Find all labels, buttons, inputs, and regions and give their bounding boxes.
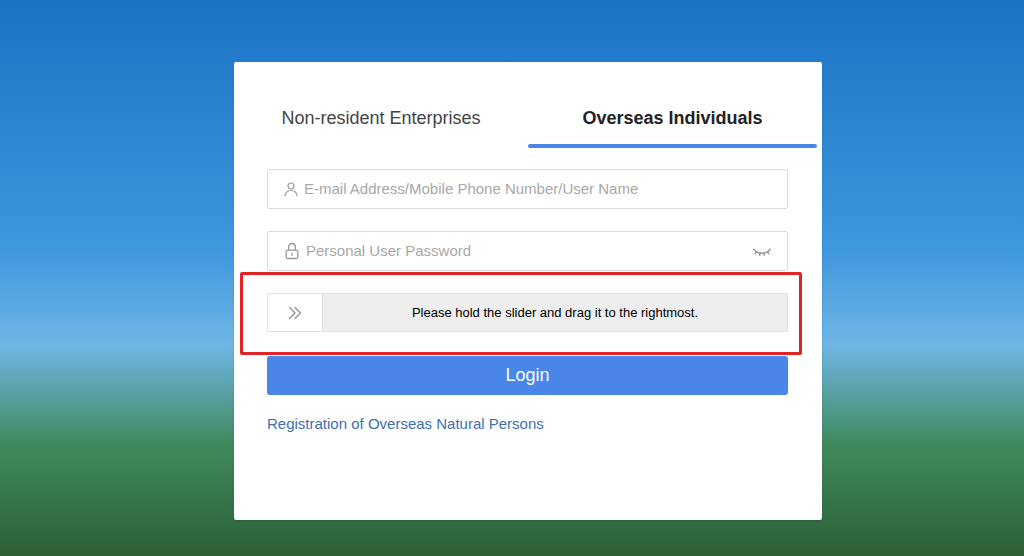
input-field[interactable]	[267, 169, 788, 209]
login-card: Non-resident Enterprises Overseas Individ…	[234, 62, 822, 520]
slider-hint: Please hold the slider and drag it to th…	[323, 294, 787, 331]
slider-track[interactable]: Please hold the slider and drag it to th…	[267, 293, 788, 332]
user-icon	[282, 180, 300, 198]
text-input[interactable]	[304, 178, 773, 201]
input-field[interactable]	[267, 231, 788, 271]
highlight-box	[240, 272, 802, 355]
slider-handle[interactable]	[268, 294, 323, 331]
text-input[interactable]	[306, 240, 747, 263]
background-photo: Non-resident Enterprises Overseas Individ…	[0, 0, 1024, 556]
register-link[interactable]: Registration of Overseas Natural Persons	[267, 414, 544, 434]
tab-underline	[528, 144, 817, 148]
tab-label: Non-resident Enterprises	[281, 62, 480, 144]
double-chevron-right-icon	[284, 302, 306, 324]
tab-bar: Non-resident Enterprises Overseas Individ…	[234, 62, 817, 148]
tab-label: Overseas Individuals	[582, 62, 762, 144]
tab-underline	[234, 144, 528, 148]
eye-closed-icon	[751, 240, 773, 262]
lock-icon	[282, 241, 302, 261]
login-form: Please hold the slider and drag it to th…	[234, 148, 822, 434]
tab[interactable]: Non-resident Enterprises	[234, 62, 528, 148]
tab[interactable]: Overseas Individuals	[528, 62, 817, 148]
login-button[interactable]: Login	[267, 356, 788, 395]
